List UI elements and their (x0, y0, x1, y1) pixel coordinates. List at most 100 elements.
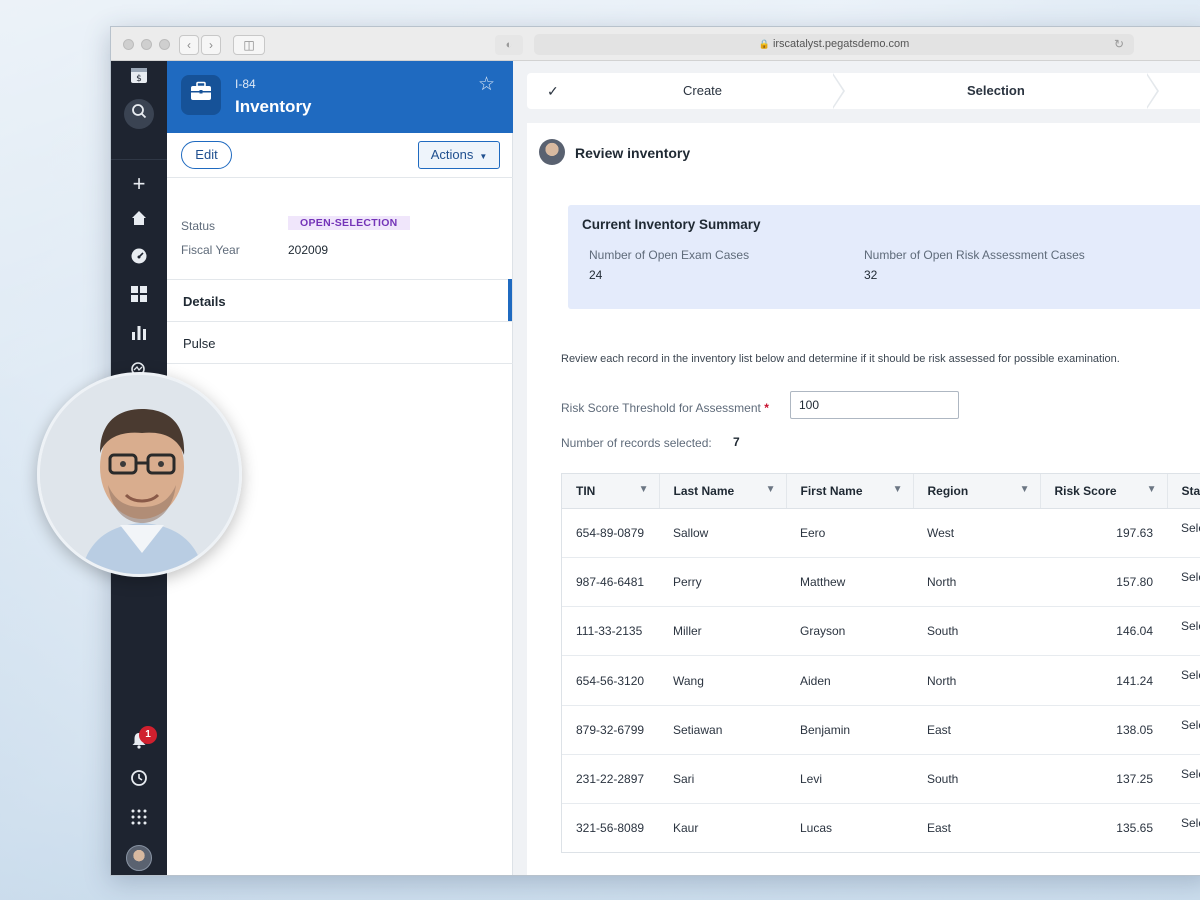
chevron-right-icon (1146, 73, 1167, 109)
cell-last-name: Setiawan (659, 705, 786, 755)
step-create[interactable]: Create (683, 73, 722, 109)
app-logo-icon[interactable]: $ (124, 65, 154, 95)
plus-icon[interactable]: + (124, 169, 154, 199)
column-header-risk-score[interactable]: Risk Score ▼ (1040, 474, 1168, 509)
open-exam-value: 24 (589, 268, 603, 282)
cell-status: Selected (1167, 754, 1200, 805)
tab-details[interactable]: Details (183, 294, 226, 309)
window-close-dot[interactable] (123, 39, 134, 50)
actions-menu-button[interactable]: Actions ▼ (418, 141, 500, 169)
home-icon[interactable] (124, 207, 154, 237)
url-text: irscatalyst.pegatsdemo.com (772, 38, 910, 50)
dashboard-icon[interactable] (124, 283, 154, 313)
edit-button[interactable]: Edit (181, 141, 232, 169)
cell-first-name: Grayson (786, 606, 913, 657)
filter-icon[interactable]: ▼ (893, 484, 903, 495)
filter-icon[interactable]: ▼ (1020, 484, 1030, 495)
cell-tin: 987-46-6481 (562, 557, 659, 608)
table-row[interactable]: 879-32-6799 Setiawan Benjamin East 138.0… (562, 705, 1200, 755)
column-header-tin[interactable]: TIN ▼ (562, 474, 660, 509)
cell-tin: 111-33-2135 (562, 606, 659, 657)
user-avatar[interactable] (126, 845, 152, 871)
window-zoom-dot[interactable] (159, 39, 170, 50)
threshold-label: Risk Score Threshold for Assessment * (561, 401, 769, 415)
filter-icon[interactable]: ▼ (766, 484, 776, 495)
assignee-avatar (539, 139, 565, 165)
open-risk-value: 32 (864, 268, 878, 282)
cell-first-name: Benjamin (786, 705, 913, 755)
cell-status: Selected (1167, 803, 1200, 852)
history-icon[interactable] (124, 767, 154, 797)
column-header-last-name[interactable]: Last Name ▼ (659, 474, 787, 509)
cell-last-name: Kaur (659, 803, 786, 852)
cell-first-name: Eero (786, 508, 913, 558)
check-icon: ✓ (547, 83, 559, 99)
svg-text:$: $ (136, 74, 142, 84)
cell-first-name: Lucas (786, 803, 913, 852)
cell-tin: 231-22-2897 (562, 754, 659, 805)
stage-stepper: ✓ Create Selection (527, 73, 1200, 109)
browser-window: ‹ › ◫ ◐ 🔒 irscatalyst.pegatsdemo.com ↻ $ … (110, 26, 1200, 876)
table-row[interactable]: 111-33-2135 Miller Grayson South 146.04 … (562, 606, 1200, 657)
lock-icon: 🔒 (758, 39, 770, 49)
star-icon[interactable]: ☆ (478, 73, 495, 96)
privacy-shield-icon[interactable]: ◐ (495, 35, 523, 55)
search-icon[interactable] (124, 99, 154, 129)
cell-region: East (913, 705, 1040, 755)
forward-icon[interactable]: › (201, 35, 221, 55)
records-selected-count: 7 (733, 435, 740, 449)
threshold-input[interactable] (790, 391, 959, 419)
status-badge: OPEN-SELECTION (288, 216, 410, 230)
cell-risk-score: 137.25 (1040, 754, 1167, 805)
cell-region: North (913, 557, 1040, 608)
address-bar[interactable]: 🔒 irscatalyst.pegatsdemo.com ↻ (534, 34, 1134, 55)
window-minimize-dot[interactable] (141, 39, 152, 50)
cell-risk-score: 197.63 (1040, 508, 1167, 558)
divider (167, 177, 513, 178)
filter-icon[interactable]: ▼ (1147, 484, 1157, 495)
cell-status: Selected (1167, 508, 1200, 558)
apps-grid-icon[interactable] (124, 805, 154, 835)
reload-icon[interactable]: ↻ (1114, 34, 1124, 55)
table-row[interactable]: 654-56-3120 Wang Aiden North 141.24 Sele… (562, 655, 1200, 706)
cell-region: West (913, 508, 1040, 558)
table-row[interactable]: 654-89-0879 Sallow Eero West 197.63 Sele… (562, 508, 1200, 558)
cell-last-name: Sari (659, 754, 786, 805)
header-label: Status (1181, 483, 1200, 498)
card-title: Review inventory (575, 145, 691, 161)
cell-status: Selected (1167, 705, 1200, 755)
threshold-label-text: Risk Score Threshold for Assessment (561, 401, 761, 415)
header-label: Risk Score (1054, 483, 1117, 498)
divider (167, 279, 513, 280)
cell-region: East (913, 803, 1040, 852)
tab-pulse[interactable]: Pulse (183, 336, 216, 351)
table-row[interactable]: 987-46-6481 Perry Matthew North 157.80 S… (562, 557, 1200, 608)
table-row[interactable]: 321-56-8089 Kaur Lucas East 135.65 Selec… (562, 803, 1200, 852)
filter-icon[interactable]: ▼ (639, 484, 649, 495)
records-selected-label: Number of records selected: (561, 436, 712, 450)
step-selection[interactable]: Selection (967, 73, 1025, 109)
cell-last-name: Perry (659, 557, 786, 608)
browser-toolbar: ‹ › ◫ ◐ 🔒 irscatalyst.pegatsdemo.com ↻ (111, 27, 1200, 61)
open-exam-label: Number of Open Exam Cases (589, 248, 750, 262)
summary-title: Current Inventory Summary (582, 217, 761, 232)
inventory-table: TIN ▼ Last Name ▼ First Name ▼ Region ▼ Risk… (561, 473, 1200, 853)
case-header: I-84 Inventory ☆ (167, 61, 513, 133)
header-label: First Name (800, 483, 863, 498)
column-header-region[interactable]: Region ▼ (913, 474, 1041, 509)
caret-down-icon: ▼ (479, 152, 488, 161)
column-header-status[interactable]: Status (1167, 474, 1200, 509)
gauge-icon[interactable] (124, 245, 154, 275)
table-row[interactable]: 231-22-2897 Sari Levi South 137.25 Selec… (562, 754, 1200, 805)
cell-tin: 654-89-0879 (562, 508, 659, 558)
cell-tin: 654-56-3120 (562, 655, 659, 706)
bar-chart-icon[interactable] (124, 321, 154, 351)
cell-region: North (913, 655, 1040, 706)
header-label: TIN (576, 483, 596, 498)
open-risk-label: Number of Open Risk Assessment Cases (864, 248, 1085, 262)
back-icon[interactable]: ‹ (179, 35, 199, 55)
sidebar-toggle-icon[interactable]: ◫ (233, 35, 265, 55)
cell-first-name: Levi (786, 754, 913, 805)
column-header-first-name[interactable]: First Name ▼ (786, 474, 914, 509)
header-label: Region (927, 483, 969, 498)
